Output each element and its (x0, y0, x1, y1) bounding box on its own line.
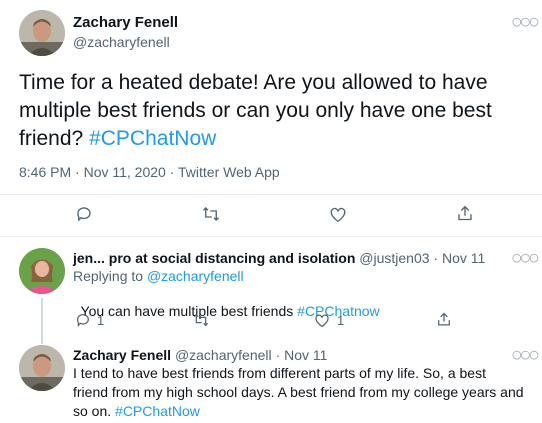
reply-text-line: I tend to have best friends from differe… (73, 365, 486, 381)
replying-to: Replying to @zacharyfenell (73, 268, 244, 284)
reply-author-name[interactable]: jen... pro at social distancing and isol… (73, 250, 355, 266)
like-icon[interactable] (314, 313, 330, 328)
more-options-icon[interactable]: ○○○ (512, 251, 539, 264)
divider (0, 194, 542, 195)
reply-text-line: so on. #CPChatNow (73, 402, 524, 421)
divider (0, 236, 542, 237)
reply-text-body: You can have multiple best friends (80, 303, 298, 319)
retweet-icon[interactable] (201, 205, 221, 223)
reply-icon[interactable] (75, 312, 91, 328)
hashtag-link[interactable]: #CPChatNow (115, 403, 200, 419)
thread-line (41, 298, 43, 344)
reply-author-handle[interactable]: @zacharyfenell (175, 347, 272, 363)
separator: · (429, 250, 442, 266)
avatar[interactable] (19, 248, 65, 294)
author-handle[interactable]: @zacharyfenell (73, 34, 170, 50)
retweet-icon[interactable] (192, 312, 210, 328)
more-options-icon[interactable]: ○○○ (512, 348, 539, 361)
replying-to-handle[interactable]: @zacharyfenell (147, 268, 244, 284)
tweet-text: Time for a heated debate! Are you allowe… (19, 69, 509, 153)
reply-text: I tend to have best friends from differe… (73, 364, 524, 421)
replying-to-label: Replying to (73, 268, 147, 284)
tweet-meta: 8:46 PM · Nov 11, 2020 · Twitter Web App (19, 164, 280, 180)
reply-header: jen... pro at social distancing and isol… (73, 250, 485, 266)
reply-text: You can have multiple best friends #CPCh… (73, 287, 380, 319)
reply-author-name[interactable]: Zachary Fenell (73, 347, 171, 363)
author-name[interactable]: Zachary Fenell (73, 14, 178, 31)
reply-header: Zachary Fenell @zacharyfenell · Nov 11 (73, 347, 327, 363)
reply-date[interactable]: Nov 11 (284, 347, 327, 363)
share-icon[interactable] (456, 204, 474, 223)
separator: · (271, 347, 285, 363)
share-icon[interactable] (436, 311, 452, 328)
reply-author-handle[interactable]: @justjen03 (359, 250, 429, 266)
reply-text-body: so on. (73, 403, 116, 419)
more-options-icon[interactable]: ○○○ (512, 15, 539, 28)
like-icon[interactable] (329, 206, 347, 223)
like-count: 1 (337, 313, 345, 328)
avatar[interactable] (19, 345, 65, 391)
reply-icon[interactable] (75, 205, 93, 223)
reply-date[interactable]: Nov 11 (442, 250, 485, 266)
reply-text-line: friend from my high school days. A best … (73, 384, 524, 400)
hashtag-link[interactable]: #CPChatNow (89, 127, 216, 150)
avatar[interactable] (19, 10, 65, 56)
reply-count: 1 (97, 313, 105, 328)
